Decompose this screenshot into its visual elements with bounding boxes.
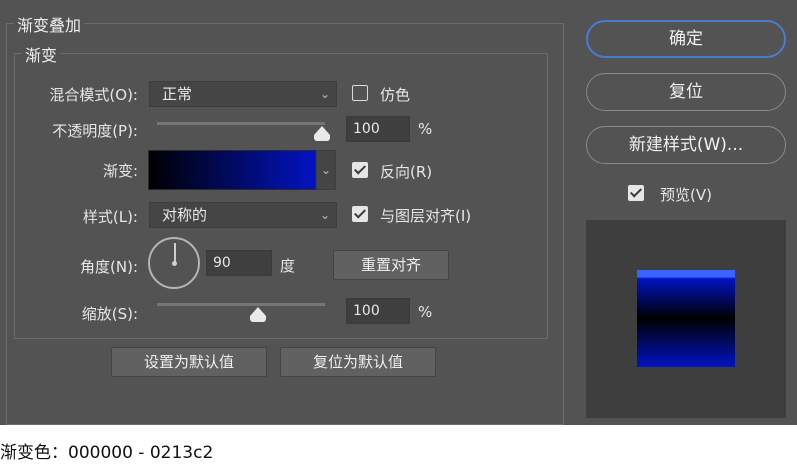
new-style-button[interactable]: 新建样式(W)...: [586, 126, 786, 164]
opacity-slider-thumb[interactable]: [313, 126, 330, 141]
chevron-down-icon: ⌄: [319, 208, 330, 222]
style-value: 对称的: [162, 206, 208, 224]
reset-to-default-button[interactable]: 复位为默认值: [280, 347, 436, 377]
preview-checkbox[interactable]: [628, 185, 644, 201]
ok-button[interactable]: 确定: [586, 20, 786, 58]
reverse-checkbox[interactable]: [352, 162, 368, 178]
style-label: 样式(L):: [82, 208, 138, 226]
angle-unit: 度: [280, 257, 296, 275]
dither-label: 仿色: [380, 86, 411, 104]
angle-label: 角度(N):: [80, 258, 138, 276]
blend-mode-label: 混合模式(O):: [49, 86, 138, 104]
preview-label: 预览(V): [660, 186, 712, 204]
blend-mode-value: 正常: [162, 85, 193, 103]
dither-checkbox[interactable]: [352, 85, 368, 101]
gradient-dropdown[interactable]: ⌄: [316, 150, 336, 190]
angle-dial-center: [172, 261, 177, 266]
chevron-down-icon: ⌄: [320, 163, 332, 177]
angle-input[interactable]: 90: [206, 250, 272, 276]
section-title: 渐变叠加: [14, 12, 85, 36]
gradient-color-caption: 渐变色：000000 - 0213c2: [0, 443, 214, 463]
scale-slider-thumb[interactable]: [249, 307, 266, 322]
opacity-slider-track[interactable]: [157, 122, 325, 125]
reset-button[interactable]: 复位: [586, 73, 786, 111]
angle-dial-icon[interactable]: [148, 237, 200, 289]
scale-unit: %: [418, 303, 433, 321]
opacity-input[interactable]: 100: [346, 116, 410, 142]
preview-swatch: [637, 270, 735, 367]
gradient-label: 渐变:: [102, 162, 138, 180]
align-with-layer-label: 与图层对齐(I): [380, 207, 472, 225]
gradient-swatch[interactable]: [148, 150, 316, 190]
chevron-down-icon: ⌄: [319, 87, 330, 101]
gradient-group-title: 渐变: [22, 42, 61, 66]
opacity-label: 不透明度(P):: [52, 122, 138, 140]
blend-mode-select[interactable]: 正常 ⌄: [149, 81, 337, 107]
preview-area: [586, 220, 786, 418]
style-select[interactable]: 对称的 ⌄: [149, 202, 337, 228]
reset-alignment-button[interactable]: 重置对齐: [333, 250, 449, 280]
reverse-label: 反向(R): [380, 163, 433, 181]
opacity-unit: %: [418, 120, 433, 138]
scale-input[interactable]: 100: [346, 298, 410, 324]
scale-slider-track[interactable]: [157, 303, 325, 306]
gradient-overlay-dialog: 渐变叠加 渐变 混合模式(O): 正常 ⌄ 仿色 不透明度(P): 100 % …: [0, 0, 797, 425]
set-as-default-button[interactable]: 设置为默认值: [111, 347, 267, 377]
scale-label: 缩放(S):: [81, 305, 138, 323]
align-with-layer-checkbox[interactable]: [352, 206, 368, 222]
